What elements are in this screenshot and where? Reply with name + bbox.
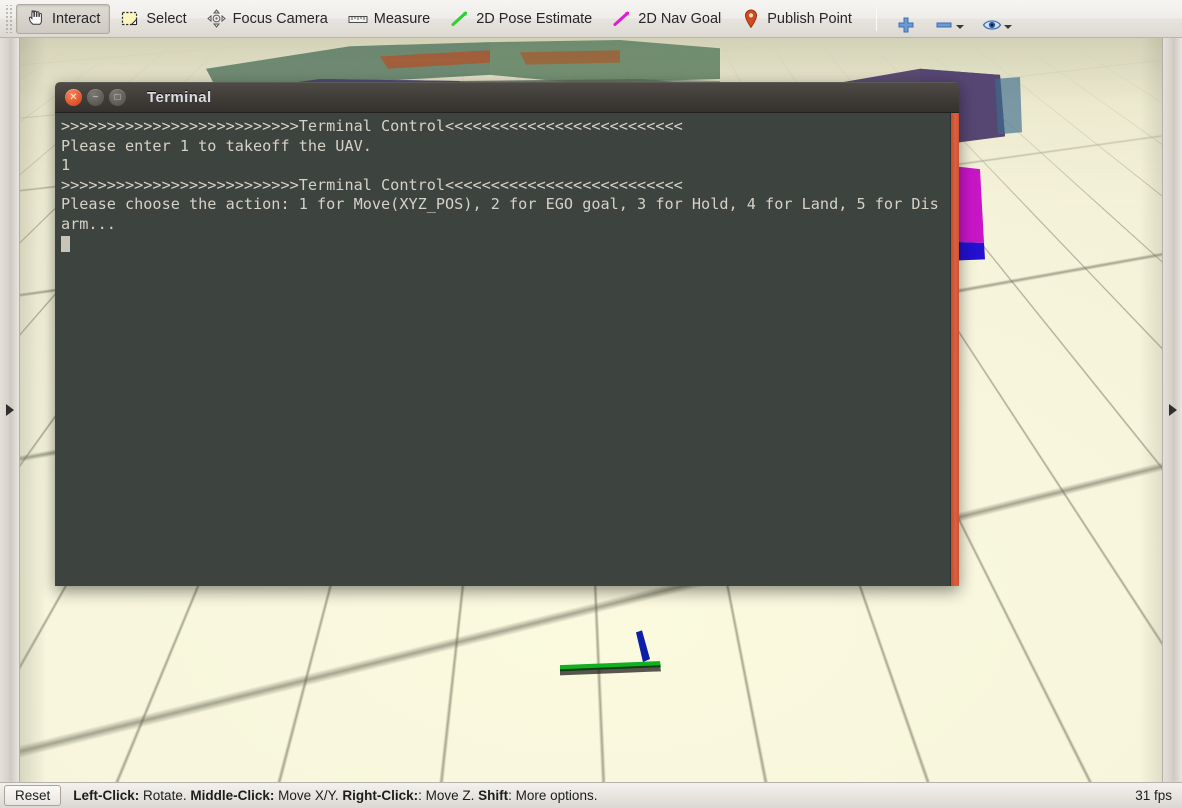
- 3d-viewport[interactable]: ✕ − □ Terminal >>>>>>>>>>>>>>>>>>>>>>>>>…: [20, 38, 1162, 782]
- toolbar-button-label: Interact: [52, 10, 101, 27]
- terminal-output: >>>>>>>>>>>>>>>>>>>>>>>>>>Terminal Contr…: [55, 113, 950, 586]
- mouse-help-fragment: : Move Z.: [418, 788, 479, 803]
- toolbar-separator: [875, 6, 877, 31]
- close-icon[interactable]: ✕: [65, 89, 82, 106]
- toolbar-button-interact[interactable]: Interact: [16, 3, 111, 34]
- triangle-right-icon[interactable]: [5, 404, 14, 416]
- hand-cursor-icon: [26, 10, 46, 28]
- mouse-help-fragment: Move X/Y.: [274, 788, 343, 803]
- toolbar-button-2d-pose-estimate[interactable]: 2D Pose Estimate: [440, 4, 602, 34]
- terminal-line: 1: [61, 156, 71, 175]
- terminal-body[interactable]: >>>>>>>>>>>>>>>>>>>>>>>>>>Terminal Contr…: [55, 113, 959, 586]
- right-panel-splitter[interactable]: [1162, 38, 1182, 782]
- ruler-icon: [348, 10, 368, 28]
- toolbar-button-label: Publish Point: [767, 10, 852, 27]
- terminal-line: >>>>>>>>>>>>>>>>>>>>>>>>>>Terminal Contr…: [61, 175, 683, 194]
- terminal-line: >>>>>>>>>>>>>>>>>>>>>>>>>>Terminal Contr…: [61, 117, 683, 135]
- toolbar-button-label: 2D Pose Estimate: [476, 10, 593, 27]
- map-pin-icon: [741, 9, 761, 28]
- toolbar-button-zoom-in[interactable]: [887, 4, 925, 34]
- terminal-line: Please enter 1 to takeoff the UAV.: [61, 136, 372, 155]
- mouse-help-fragment: Left-Click:: [73, 788, 140, 803]
- toolbar-button-measure[interactable]: Measure: [338, 4, 440, 34]
- chevron-down-icon[interactable]: [1003, 24, 1012, 29]
- minimize-icon[interactable]: −: [87, 89, 104, 106]
- maximize-icon[interactable]: □: [109, 89, 126, 106]
- status-bar: Reset Left-Click: Rotate. Middle-Click: …: [0, 782, 1182, 808]
- mouse-help-fragment: Right-Click:: [342, 788, 419, 803]
- mouse-help-fragment: Middle-Click:: [190, 788, 275, 803]
- reset-button[interactable]: Reset: [4, 785, 62, 806]
- toolbar-button-2d-nav-goal[interactable]: 2D Nav Goal: [602, 4, 731, 34]
- mouse-help-text: Left-Click: Rotate. Middle-Click: Move X…: [73, 788, 597, 803]
- terminal-line: Please choose the action: 1 for Move(XYZ…: [61, 195, 939, 233]
- toolbar-button-label: Select: [146, 10, 187, 27]
- dashed-rect-icon: [120, 10, 140, 28]
- main-toolbar: Interact Select Focus Camera Measure 2D …: [0, 0, 1182, 38]
- triangle-right-icon[interactable]: [1168, 404, 1177, 416]
- mouse-help-fragment: Shift: [478, 788, 509, 803]
- toolbar-button-select[interactable]: Select: [110, 4, 196, 34]
- terminal-cursor: [61, 235, 944, 255]
- left-panel-splitter[interactable]: [0, 38, 20, 782]
- toolbar-button-label: Focus Camera: [232, 10, 328, 27]
- terminal-titlebar[interactable]: ✕ − □ Terminal: [55, 82, 959, 113]
- chevron-down-icon[interactable]: [955, 24, 964, 29]
- toolbar-drag-handle[interactable]: [4, 4, 13, 33]
- toolbar-button-visibility[interactable]: [973, 4, 1021, 34]
- toolbar-button-label: Measure: [373, 10, 431, 27]
- eye-icon: [982, 16, 1002, 34]
- rviz-window: Interact Select Focus Camera Measure 2D …: [0, 0, 1182, 808]
- minus-icon: [934, 16, 954, 34]
- vertical-scrollbar[interactable]: [950, 113, 959, 586]
- green-arrow-icon: [450, 10, 470, 28]
- magenta-arrow-icon: [612, 10, 632, 28]
- toolbar-button-focus-camera[interactable]: Focus Camera: [197, 4, 338, 34]
- toolbar-button-zoom-out[interactable]: [925, 4, 973, 34]
- render-area: ✕ − □ Terminal >>>>>>>>>>>>>>>>>>>>>>>>>…: [0, 38, 1182, 782]
- plus-icon: [896, 16, 916, 34]
- toolbar-button-publish-point[interactable]: Publish Point: [731, 4, 862, 34]
- mouse-help-fragment: : More options.: [508, 788, 598, 803]
- mouse-help-fragment: Rotate.: [139, 788, 191, 803]
- toolbar-button-label: 2D Nav Goal: [638, 10, 722, 27]
- crosshair-move-icon: [207, 9, 227, 28]
- terminal-title: Terminal: [147, 89, 212, 106]
- terminal-window[interactable]: ✕ − □ Terminal >>>>>>>>>>>>>>>>>>>>>>>>>…: [55, 82, 959, 586]
- fps-counter: 31 fps: [1135, 788, 1172, 803]
